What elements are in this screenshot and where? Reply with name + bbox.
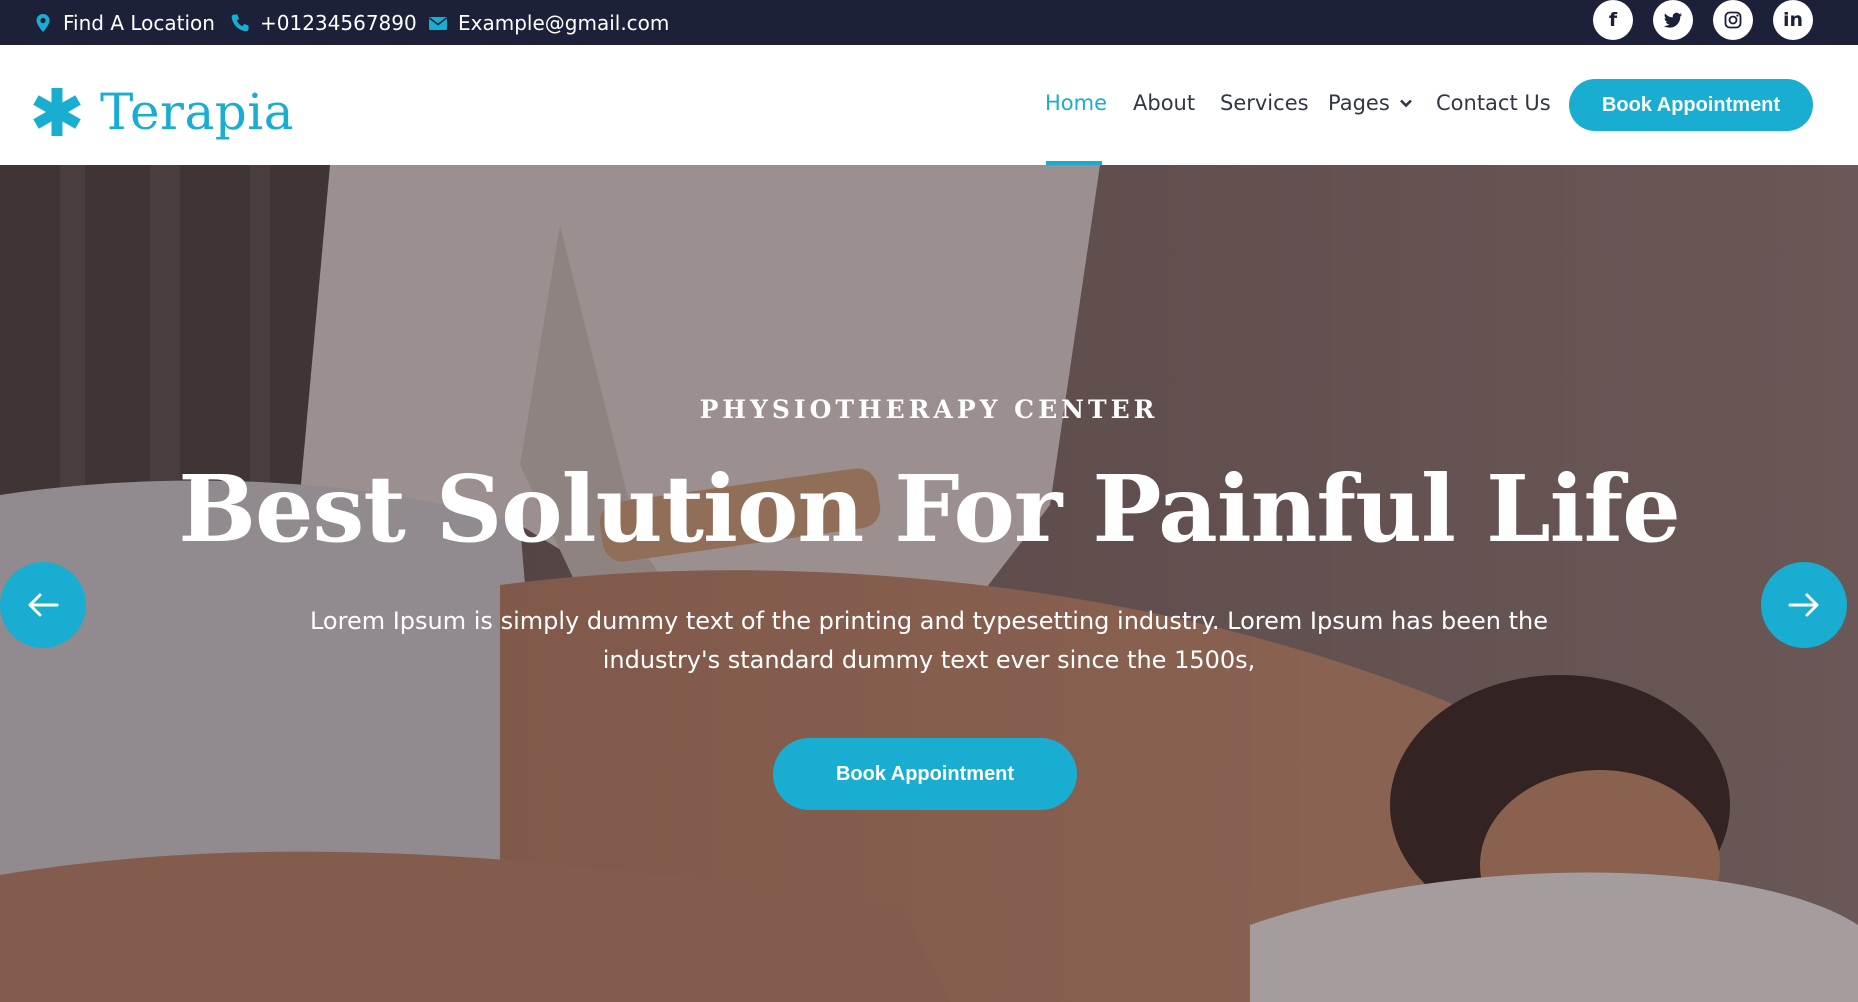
nav-services[interactable]: Services <box>1220 91 1309 115</box>
brand-name: Terapia <box>100 83 295 141</box>
facebook-icon: f <box>1608 9 1618 31</box>
chevron-down-icon <box>1399 99 1412 108</box>
instagram-icon <box>1724 11 1742 29</box>
linkedin-button[interactable]: in <box>1773 0 1813 40</box>
hero-overlay <box>0 165 1858 1002</box>
hero-slider: PHYSIOTHERAPY CENTER Best Solution For P… <box>0 165 1858 1002</box>
twitter-icon <box>1663 12 1683 28</box>
hero-kicker: PHYSIOTHERAPY CENTER <box>699 395 1159 424</box>
header-book-appointment-button[interactable]: Book Appointment <box>1569 79 1813 131</box>
location-text: Find A Location <box>63 10 215 35</box>
instagram-button[interactable] <box>1713 0 1753 40</box>
arrow-right-icon <box>1788 593 1819 617</box>
email-text: Example@gmail.com <box>458 10 670 35</box>
facebook-button[interactable]: f <box>1593 0 1633 40</box>
phone-icon <box>231 14 249 31</box>
nav-home[interactable]: Home <box>1045 91 1107 115</box>
location-link[interactable]: Find A Location <box>33 0 215 45</box>
nav-pages-dropdown[interactable]: Pages <box>1328 91 1414 115</box>
hero-title: Best Solution For Painful Life <box>178 455 1680 563</box>
nav-contact[interactable]: Contact Us <box>1436 91 1551 115</box>
asterisk-logo-icon <box>33 88 81 136</box>
twitter-button[interactable] <box>1653 0 1693 40</box>
phone-link[interactable]: +01234567890 <box>230 0 417 45</box>
envelope-icon <box>429 16 447 30</box>
phone-text: +01234567890 <box>260 10 417 35</box>
hero-book-appointment-button[interactable]: Book Appointment <box>773 738 1077 810</box>
logo[interactable]: Terapia <box>32 83 294 141</box>
nav-about[interactable]: About <box>1133 91 1195 115</box>
slider-next-button[interactable] <box>1761 562 1847 648</box>
map-pin-icon <box>36 13 50 32</box>
arrow-left-icon <box>28 593 59 617</box>
email-link[interactable]: Example@gmail.com <box>428 0 669 45</box>
top-info-bar: Find A Location +01234567890 Example@gma… <box>0 0 1858 45</box>
linkedin-icon: in <box>1782 9 1804 31</box>
slider-prev-button[interactable] <box>0 562 86 648</box>
main-header: Terapia Home About Services Pages Contac… <box>0 45 1858 165</box>
hero-description: Lorem Ipsum is simply dummy text of the … <box>309 607 1548 674</box>
nav-pages-label: Pages <box>1328 91 1390 115</box>
